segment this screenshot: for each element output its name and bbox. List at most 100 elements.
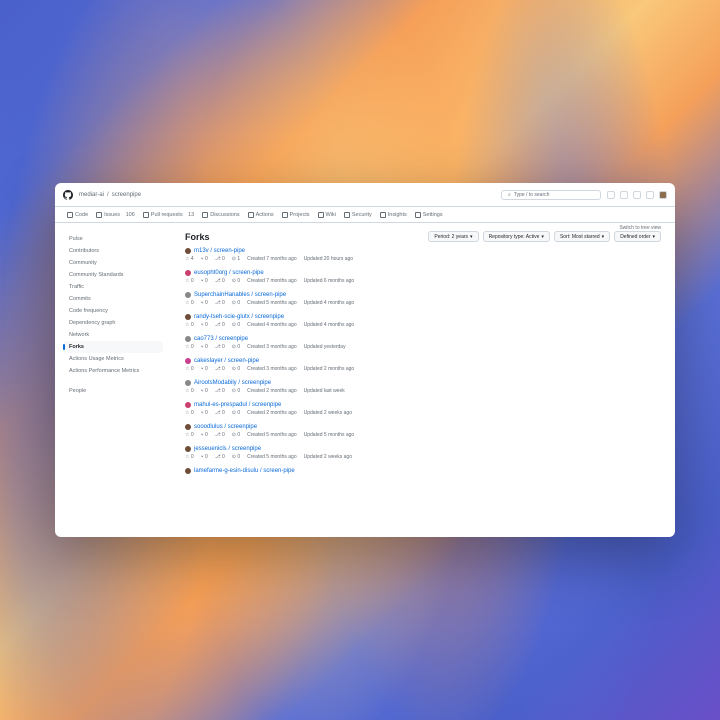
star-stat[interactable]: ☆ 0 bbox=[185, 344, 194, 350]
fork-stat[interactable]: ⑂ 0 bbox=[201, 366, 208, 372]
tab-settings[interactable]: Settings bbox=[415, 212, 443, 218]
sidebar-item-community-standards[interactable]: Community Standards bbox=[63, 269, 163, 281]
issue-stat[interactable]: ⊙ 0 bbox=[232, 344, 240, 350]
fork-stat[interactable]: ⑂ 0 bbox=[201, 278, 208, 284]
updated-text: Updated 4 months ago bbox=[304, 322, 355, 328]
tab-security[interactable]: Security bbox=[344, 212, 372, 218]
insights-sidebar: PulseContributorsCommunityCommunity Stan… bbox=[55, 223, 171, 537]
star-stat[interactable]: ☆ 0 bbox=[185, 410, 194, 416]
fork-link[interactable]: mahul-es-prespadul / screenpipe bbox=[194, 402, 281, 408]
pr-stat[interactable]: ⎇ 0 bbox=[215, 388, 225, 394]
sidebar-item-commits[interactable]: Commits bbox=[63, 293, 163, 305]
fork-link[interactable]: AirootsModabily / screenpipe bbox=[194, 380, 271, 386]
sidebar-item-contributors[interactable]: Contributors bbox=[63, 245, 163, 257]
issues-tray-icon[interactable] bbox=[620, 191, 628, 199]
fork-link[interactable]: cakeslayer / screen-pipe bbox=[194, 358, 259, 364]
main-area: PulseContributorsCommunityCommunity Stan… bbox=[55, 223, 675, 537]
fork-link[interactable]: m13v / screen-pipe bbox=[194, 248, 245, 254]
fork-stat[interactable]: ⑂ 0 bbox=[201, 454, 208, 460]
issue-stat[interactable]: ⊙ 0 bbox=[232, 410, 240, 416]
fork-stat[interactable]: ⑂ 0 bbox=[201, 344, 208, 350]
pr-stat[interactable]: ⎇ 0 bbox=[215, 410, 225, 416]
star-stat[interactable]: ☆ 0 bbox=[185, 366, 194, 372]
notifications-icon[interactable] bbox=[646, 191, 654, 199]
fork-link[interactable]: SuperchainHanables / screen-pipe bbox=[194, 292, 286, 298]
sidebar-item-forks[interactable]: Forks bbox=[63, 341, 163, 353]
star-stat[interactable]: ☆ 0 bbox=[185, 278, 194, 284]
pr-stat[interactable]: ⎇ 0 bbox=[215, 344, 225, 350]
pr-stat[interactable]: ⎇ 0 bbox=[215, 366, 225, 372]
sidebar-item-actions-usage-metrics[interactable]: Actions Usage Metrics bbox=[63, 353, 163, 365]
star-stat[interactable]: ☆ 4 bbox=[185, 256, 194, 262]
breadcrumb[interactable]: mediar-ai / screenpipe bbox=[79, 192, 141, 198]
breadcrumb-repo[interactable]: screenpipe bbox=[112, 192, 141, 198]
tab-insights[interactable]: Insights bbox=[380, 212, 407, 218]
sidebar-item-community[interactable]: Community bbox=[63, 257, 163, 269]
star-stat[interactable]: ☆ 0 bbox=[185, 322, 194, 328]
pr-icon bbox=[143, 212, 149, 218]
fork-stat[interactable]: ⑂ 0 bbox=[201, 256, 208, 262]
pr-stat[interactable]: ⎇ 0 bbox=[215, 322, 225, 328]
fork-row: cakeslayer / screen-pipe☆ 0⑂ 0⎇ 0⊙ 0Crea… bbox=[185, 358, 661, 372]
security-icon bbox=[344, 212, 350, 218]
created-text: Created 7 months ago bbox=[247, 278, 296, 284]
filter-3[interactable]: Defined order ▾ bbox=[614, 231, 661, 242]
search-placeholder: Type / to search bbox=[514, 192, 550, 198]
fork-row: sooodlulus / screenpipe☆ 0⑂ 0⎇ 0⊙ 0Creat… bbox=[185, 424, 661, 438]
issue-stat[interactable]: ⊙ 0 bbox=[232, 278, 240, 284]
github-logo-icon[interactable] bbox=[63, 190, 73, 200]
view-switch-link[interactable]: Switch to tree view bbox=[619, 225, 661, 231]
pr-stat[interactable]: ⎇ 0 bbox=[215, 300, 225, 306]
sidebar-item-code-frequency[interactable]: Code frequency bbox=[63, 305, 163, 317]
fork-link[interactable]: jesseuenicls / screenpipe bbox=[194, 446, 261, 452]
star-stat[interactable]: ☆ 0 bbox=[185, 432, 194, 438]
issue-stat[interactable]: ⊙ 0 bbox=[232, 300, 240, 306]
sidebar-item-dependency-graph[interactable]: Dependency graph bbox=[63, 317, 163, 329]
search-input[interactable]: ⌕ Type / to search bbox=[501, 190, 601, 200]
issue-stat[interactable]: ⊙ 0 bbox=[232, 432, 240, 438]
star-stat[interactable]: ☆ 0 bbox=[185, 388, 194, 394]
fork-stat[interactable]: ⑂ 0 bbox=[201, 300, 208, 306]
fork-stat[interactable]: ⑂ 0 bbox=[201, 322, 208, 328]
issue-stat[interactable]: ⊙ 0 bbox=[232, 366, 240, 372]
fork-stat[interactable]: ⑂ 0 bbox=[201, 432, 208, 438]
tab-actions[interactable]: Actions bbox=[248, 212, 274, 218]
filter-0[interactable]: Period: 2 years ▾ bbox=[428, 231, 478, 242]
fork-stat[interactable]: ⑂ 0 bbox=[201, 410, 208, 416]
pr-stat[interactable]: ⎇ 0 bbox=[215, 454, 225, 460]
sidebar-item-traffic[interactable]: Traffic bbox=[63, 281, 163, 293]
filter-1[interactable]: Repository type: Active ▾ bbox=[483, 231, 550, 242]
fork-link[interactable]: cao773 / screenpipe bbox=[194, 336, 248, 342]
filter-2[interactable]: Sort: Most starred ▾ bbox=[554, 231, 610, 242]
fork-link[interactable]: lamefarme-g-esin-disulu / screen-pipe bbox=[194, 468, 295, 474]
fork-link[interactable]: eusopht0org / screen-pipe bbox=[194, 270, 264, 276]
tab-pulls[interactable]: Pull requests 13 bbox=[143, 212, 194, 218]
sidebar-item-people[interactable]: People bbox=[63, 385, 163, 397]
sidebar-item-network[interactable]: Network bbox=[63, 329, 163, 341]
fork-stat[interactable]: ⑂ 0 bbox=[201, 388, 208, 394]
owner-avatar-icon bbox=[185, 270, 191, 276]
fork-row: eusopht0org / screen-pipe☆ 0 ⑂ 0 ⎇ 0 ⊙ 0 Cre… bbox=[185, 270, 661, 284]
avatar[interactable] bbox=[659, 191, 667, 199]
tab-wiki[interactable]: Wiki bbox=[318, 212, 336, 218]
sidebar-item-actions-performance-metrics[interactable]: Actions Performance Metrics bbox=[63, 365, 163, 377]
tab-projects[interactable]: Projects bbox=[282, 212, 310, 218]
issue-stat[interactable]: ⊙ 1 bbox=[232, 256, 240, 262]
issue-stat[interactable]: ⊙ 0 bbox=[232, 388, 240, 394]
tab-discussions[interactable]: Discussions bbox=[202, 212, 239, 218]
breadcrumb-owner[interactable]: mediar-ai bbox=[79, 192, 104, 198]
sidebar-item-pulse[interactable]: Pulse bbox=[63, 233, 163, 245]
issue-stat[interactable]: ⊙ 0 bbox=[232, 454, 240, 460]
pr-stat[interactable]: ⎇ 0 bbox=[215, 256, 225, 262]
fork-link[interactable]: randy-tseh-scie-glutx / screenpipe bbox=[194, 314, 284, 320]
issue-stat[interactable]: ⊙ 0 bbox=[232, 322, 240, 328]
tab-issues[interactable]: Issues 106 bbox=[96, 212, 135, 218]
fork-link[interactable]: sooodlulus / screenpipe bbox=[194, 424, 257, 430]
star-stat[interactable]: ☆ 0 bbox=[185, 454, 194, 460]
star-stat[interactable]: ☆ 0 bbox=[185, 300, 194, 306]
pr-stat[interactable]: ⎇ 0 bbox=[215, 278, 225, 284]
pr-stat[interactable]: ⎇ 0 bbox=[215, 432, 225, 438]
pr-tray-icon[interactable] bbox=[633, 191, 641, 199]
create-icon[interactable] bbox=[607, 191, 615, 199]
tab-code[interactable]: Code bbox=[67, 212, 88, 218]
